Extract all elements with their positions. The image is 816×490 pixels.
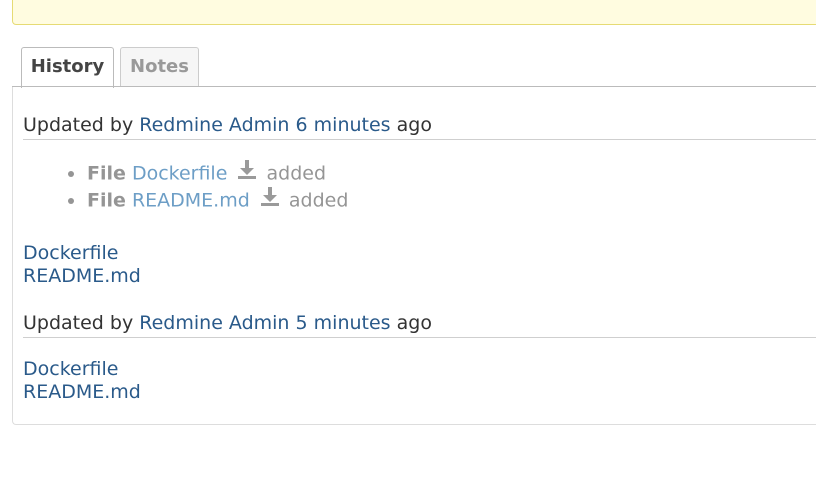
detail-file-link[interactable]: README.md (132, 190, 250, 212)
author-link[interactable]: Redmine Admin (139, 114, 289, 136)
detail-item: File Dockerfile added (66, 159, 348, 186)
journal-details: File Dockerfile added File README.md add… (66, 159, 348, 213)
attachment-link[interactable]: README.md (23, 265, 141, 288)
tab-notes[interactable]: Notes (120, 47, 199, 87)
tab-history[interactable]: History (21, 47, 114, 88)
attachment-link[interactable]: README.md (23, 381, 141, 404)
detail-item: File README.md added (66, 186, 348, 213)
detail-label: File (87, 162, 126, 185)
time-ago-link[interactable]: 5 minutes (296, 312, 391, 334)
author-link[interactable]: Redmine Admin (139, 312, 289, 334)
journal-header: Updated by Redmine Admin 6 minutes ago (23, 112, 816, 140)
journal-header: Updated by Redmine Admin 5 minutes ago (23, 310, 816, 338)
attachment-link[interactable]: Dockerfile (23, 358, 118, 381)
download-icon[interactable] (260, 185, 280, 215)
ago-label: ago (396, 114, 432, 136)
ago-label: ago (396, 312, 432, 334)
detail-action: added (288, 189, 349, 212)
time-ago-link[interactable]: 6 minutes (296, 114, 391, 136)
download-icon[interactable] (237, 158, 257, 188)
updated-by-label: Updated by (23, 312, 134, 334)
detail-file-link[interactable]: Dockerfile (132, 163, 227, 185)
detail-label: File (87, 189, 126, 212)
detail-action: added (266, 162, 327, 185)
updated-by-label: Updated by (23, 114, 134, 136)
flash-notice (12, 0, 816, 25)
attachment-link[interactable]: Dockerfile (23, 242, 118, 265)
